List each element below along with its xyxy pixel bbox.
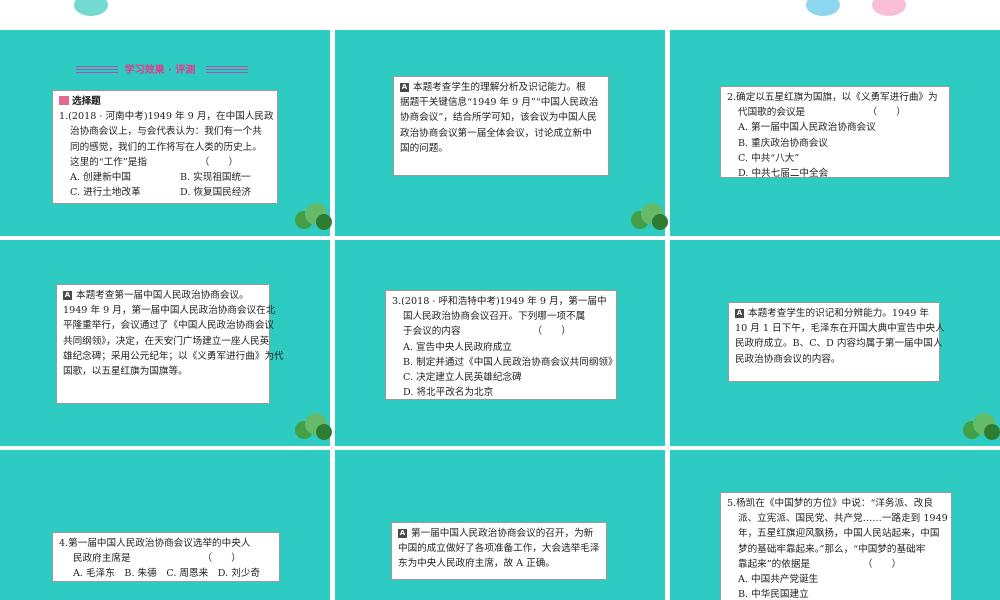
question-line: 民政府主席是 （ ） xyxy=(73,553,241,565)
question-line: 靠起来”的依据是 （ ） xyxy=(738,558,902,570)
answer-line: 10 月 1 日下午，毛泽东在开国大典中宣告中央人 xyxy=(735,323,945,335)
question-line: 国人民政治协商会议召开。下列哪一项不属 xyxy=(403,311,586,323)
slide-8: A 第一届中国人民政治协商会议的召开，为新 中国的成立做好了各项准备工作，大会选举… xyxy=(335,450,665,600)
answer-line: 平隆重举行，会议通过了《中国人民政治协商会议 xyxy=(63,320,275,332)
slide-9: 5.杨凯在《中国梦的方位》中说：“洋务派、改良 派、立宪派、国民党、共产党……一… xyxy=(670,450,1000,600)
top-strip xyxy=(0,0,1000,30)
tree-icon xyxy=(963,413,1000,440)
question-card-5: 3.(2018 · 呼和浩特中考)1949 年 9 月，第一届中 国人民政治协商… xyxy=(385,290,618,400)
answer-line: 协商会议”，结合所学可知，该会议为中国人民 xyxy=(400,112,597,124)
answer-tag: A xyxy=(400,83,409,92)
answer-card-4: A 本题考查第一届中国人民政治协商会议。 1949 年 9 月，第一届中国人民政治… xyxy=(56,284,284,404)
answer-line: 国歌，以五星红旗为国旗等。 xyxy=(63,366,188,378)
option: C. 决定建立人民英雄纪念碑 xyxy=(403,372,522,384)
answer-line: 1949 年 9 月，第一届中国人民政治协商会议在北 xyxy=(63,305,276,317)
answer-card-8: A 第一届中国人民政治协商会议的召开，为新 中国的成立做好了各项准备工作，大会选举… xyxy=(391,522,607,580)
question-line: 梦的基础牢靠起来。”那么，“中国梦的基础牢 xyxy=(738,543,926,555)
option: A. 宣告中央人民政府成立 xyxy=(403,341,512,353)
question-line: 代国歌的会议是 （ ） xyxy=(738,107,906,119)
slide-7: 4.第一届中国人民政治协商会议选举的中央人 民政府主席是 （ ） A. 毛泽东 … xyxy=(0,450,330,600)
question-line: 2.确定以五星红旗为国旗，以《义勇军进行曲》为 xyxy=(727,92,938,103)
option: D. 中共七届二中全会 xyxy=(738,168,829,180)
option: D. 将北平改名为北京 xyxy=(403,387,494,399)
tree-icon xyxy=(295,413,332,440)
decoration-right-2 xyxy=(872,0,906,16)
option: C. 中共“八大” xyxy=(738,152,800,164)
answer-line: 国的问题。 xyxy=(400,142,448,154)
question-line: 3.(2018 · 呼和浩特中考)1949 年 9 月，第一届中 xyxy=(392,296,607,307)
slide-1: 学习效果 · 评测 选择题 1.(2018 · 河南中考)1949 年 9 月，… xyxy=(0,30,330,236)
answer-tag: A xyxy=(63,291,72,300)
option: A. 中国共产党诞生 xyxy=(738,574,819,586)
answer-line: 共同纲领》，决定，在天安门广场建立一座人民英 xyxy=(63,335,270,347)
header-lines-right xyxy=(206,66,248,76)
question-card-9: 5.杨凯在《中国梦的方位》中说：“洋务派、改良 派、立宪派、国民党、共产党……一… xyxy=(720,492,952,600)
question-card-7: 4.第一届中国人民政治协商会议选举的中央人 民政府主席是 （ ） A. 毛泽东 … xyxy=(52,532,280,582)
question-line: 派、立宪派、国民党、共产党……一路走到 1949 xyxy=(738,513,948,525)
answer-line: A 第一届中国人民政治协商会议的召开，为新 xyxy=(398,528,594,539)
decoration-left xyxy=(74,0,108,16)
question-line: 同的感觉，我们的工作将写在人类的历史上。 xyxy=(70,141,262,153)
answer-line: 民政府成立。B、C、D 内容均属于第一届中国人 xyxy=(735,338,943,350)
tree-icon xyxy=(631,203,668,230)
answer-card-2: A 本题考查学生的理解分析及识记能力。根 据题干关键信息“1949 年 9 月”“… xyxy=(393,76,609,176)
answer-card-6: A 本题考查学生的识记和分辨能力。1949 年 10 月 1 日下午，毛泽东在开国… xyxy=(728,302,945,382)
slide-2: A 本题考查学生的理解分析及识记能力。根 据题干关键信息“1949 年 9 月”“… xyxy=(335,30,665,236)
question-card-3: 2.确定以五星红旗为国旗，以《义勇军进行曲》为 代国歌的会议是 （ ） A. 第… xyxy=(720,86,950,180)
answer-tag: A xyxy=(398,529,407,538)
slide-3: 2.确定以五星红旗为国旗，以《义勇军进行曲》为 代国歌的会议是 （ ） A. 第… xyxy=(670,30,1000,236)
option-row: A. 创建新中国 B. 实现祖国统一 xyxy=(70,172,251,184)
answer-line: 民政治协商会议的内容。 xyxy=(735,353,841,365)
question-line: 这里的“工作”是指 （ ） xyxy=(70,156,239,168)
question-card-1: 选择题 1.(2018 · 河南中考)1949 年 9 月，在中国人民政 治协商… xyxy=(52,90,278,204)
answer-line: 政治协商会议第一届全体会议，讨论成立新中 xyxy=(400,127,592,139)
answer-line: A 本题考查学生的理解分析及识记能力。根 xyxy=(400,82,586,93)
tree-icon xyxy=(295,203,332,230)
option-row: C. 进行土地改革 D. 恢复国民经济 xyxy=(70,187,252,199)
option: A. 第一届中国人民政治协商会议 xyxy=(738,122,876,134)
decoration-right-1 xyxy=(806,0,840,16)
option: B. 中华民国建立 xyxy=(738,589,809,600)
slide-6: A 本题考查学生的识记和分辨能力。1949 年 10 月 1 日下午，毛泽东在开国… xyxy=(670,240,1000,446)
section-marker xyxy=(59,96,69,105)
question-line: 年，五星红旗迎风飘扬，中国人民站起来，中国 xyxy=(738,528,940,540)
section-title: 选择题 xyxy=(59,94,271,109)
question-line: 于会议的内容 （ ） xyxy=(403,326,571,338)
question-line: 4.第一届中国人民政治协商会议选举的中央人 xyxy=(59,538,251,549)
answer-line: 中国的成立做好了各项准备工作，大会选举毛泽 xyxy=(398,543,600,555)
answer-tag: A xyxy=(735,309,744,318)
option-row: A. 毛泽东 B. 朱德 C. 周恩来 D. 刘少奇 xyxy=(73,568,261,580)
answer-line: 据题干关键信息“1949 年 9 月”“中国人民政治 xyxy=(400,97,599,109)
answer-line: A 本题考查第一届中国人民政治协商会议。 xyxy=(63,290,249,301)
question-line: 1.(2018 · 河南中考)1949 年 9 月，在中国人民政 xyxy=(59,111,274,123)
option: B. 制定并通过《中国人民政治协商会议共同纲领》 xyxy=(403,356,618,368)
slide-4: A 本题考查第一届中国人民政治协商会议。 1949 年 9 月，第一届中国人民政治… xyxy=(0,240,330,446)
answer-line: 东为中央人民政府主席，故 A 正确。 xyxy=(398,558,555,570)
question-line: 治协商会议上，与会代表认为：我们有一个共 xyxy=(70,126,262,138)
option: B. 重庆政治协商会议 xyxy=(738,137,828,149)
question-line: 5.杨凯在《中国梦的方位》中说：“洋务派、改良 xyxy=(727,498,933,509)
answer-line: 雄纪念碑；采用公元纪年；以《义勇军进行曲》为代 xyxy=(63,350,284,362)
slide-5: 3.(2018 · 呼和浩特中考)1949 年 9 月，第一届中 国人民政治协商… xyxy=(335,240,665,446)
answer-line: A 本题考查学生的识记和分辨能力。1949 年 xyxy=(735,308,929,319)
